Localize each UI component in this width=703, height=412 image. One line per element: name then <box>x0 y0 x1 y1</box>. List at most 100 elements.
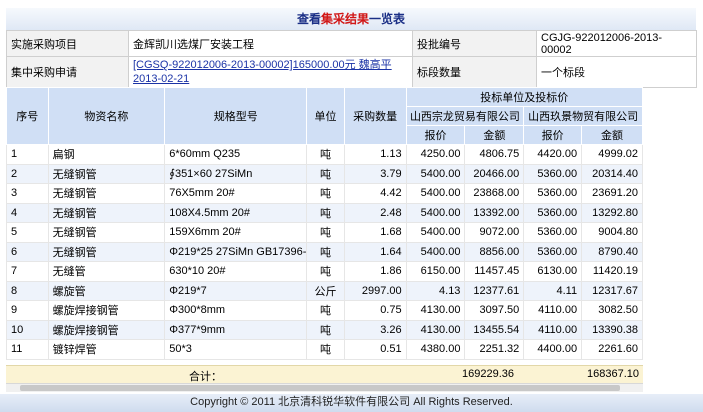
cell-p1: 4380.00 <box>405 339 466 360</box>
cell-qty: 1.13 <box>343 144 407 165</box>
cell-spec: ∮351×60 27SiMn <box>164 163 308 184</box>
cell-no: 8 <box>6 280 49 301</box>
cell-a2: 20314.40 <box>581 163 643 184</box>
cell-a2: 2261.60 <box>581 339 643 360</box>
cell-p2: 4110.00 <box>523 300 583 321</box>
table-row[interactable]: 1 扁钢 6*60mm Q235 吨 1.13 4250.00 4806.75 4420.00… <box>6 144 643 165</box>
cell-a2: 9004.80 <box>581 222 643 243</box>
cell-a2: 3082.50 <box>581 300 643 321</box>
total-amount-vendor2: 168367.10 <box>587 368 639 380</box>
table-row[interactable]: 7 无缝管 630*10 20# 吨 1.86 6150.00 11457.45 6130.0… <box>6 261 643 282</box>
cell-qty: 4.42 <box>343 183 407 204</box>
header-price: 报价 <box>523 125 583 145</box>
cell-p1: 4250.00 <box>405 144 466 165</box>
lot-label: 标段数量 <box>412 56 537 88</box>
copyright-footer: Copyright © 2011 北京清科锐华软件有限公司 All Rights… <box>0 394 703 412</box>
approval-label: 投批编号 <box>412 30 537 57</box>
cell-p1: 4.13 <box>405 280 466 301</box>
header-unit: 单位 <box>306 87 345 145</box>
cell-a2: 4999.02 <box>581 144 643 165</box>
apply-cell: [CGSQ-922012006-2013-00002]165000.00元 魏高… <box>128 56 413 88</box>
cell-no: 4 <box>6 202 49 223</box>
header-name: 物资名称 <box>47 87 166 145</box>
apply-link[interactable]: [CGSQ-922012006-2013-00002]165000.00元 魏高… <box>133 59 392 85</box>
cell-name: 扁钢 <box>47 144 166 165</box>
table-row[interactable]: 6 无缝钢管 Φ219*25 27SiMn GB17396-98 吨 1.64 5400.… <box>6 241 643 262</box>
cell-a1: 11457.45 <box>464 261 525 282</box>
horizontal-scrollbar[interactable] <box>6 383 643 392</box>
table-row[interactable]: 5 无缝钢管 159X6mm 20# 吨 1.68 5400.00 9072.00 5360.… <box>6 222 643 243</box>
cell-no: 7 <box>6 261 49 282</box>
cell-p1: 6150.00 <box>405 261 466 282</box>
cell-unit: 吨 <box>306 202 345 223</box>
cell-p2: 4420.00 <box>523 144 583 165</box>
cell-spec: 159X6mm 20# <box>164 222 308 243</box>
table-row[interactable]: 4 无缝钢管 108X4.5mm 20# 吨 2.48 5400.00 13392.00 53… <box>6 202 643 223</box>
page-title: 查看集采结果一览表 <box>6 8 696 30</box>
cell-a1: 4806.75 <box>464 144 525 165</box>
header-qty: 采购数量 <box>343 87 407 145</box>
cell-qty: 3.79 <box>343 163 407 184</box>
cell-p1: 4130.00 <box>405 300 466 321</box>
cell-spec: 76X5mm 20# <box>164 183 308 204</box>
cell-a1: 23868.00 <box>464 183 525 204</box>
scrollbar-thumb[interactable] <box>20 385 620 391</box>
cell-no: 10 <box>6 319 49 340</box>
cell-unit: 吨 <box>306 222 345 243</box>
cell-a2: 13292.80 <box>581 202 643 223</box>
cell-a2: 8790.40 <box>581 241 643 262</box>
cell-qty: 2.48 <box>343 202 407 223</box>
cell-unit: 吨 <box>306 183 345 204</box>
cell-p2: 4.11 <box>523 280 583 301</box>
header-vendor2: 山西玖景物贸有限公司 <box>523 106 643 126</box>
cell-p2: 5360.00 <box>523 222 583 243</box>
cell-p2: 6130.00 <box>523 261 583 282</box>
cell-p2: 5360.00 <box>523 163 583 184</box>
table-row[interactable]: 9 螺旋焊接钢管 Φ300*8mm 吨 0.75 4130.00 3097.50 4110.0… <box>6 300 643 321</box>
cell-qty: 3.26 <box>343 319 407 340</box>
cell-spec: Φ219*25 27SiMn GB17396-98 <box>164 241 308 262</box>
table-row[interactable]: 3 无缝钢管 76X5mm 20# 吨 4.42 5400.00 23868.00 5360.… <box>6 183 643 204</box>
project-value: 金辉凯川选煤厂安装工程 <box>128 30 413 57</box>
header-spec: 规格型号 <box>164 87 308 145</box>
cell-a1: 20466.00 <box>464 163 525 184</box>
cell-a2: 12317.67 <box>581 280 643 301</box>
cell-name: 无缝钢管 <box>47 163 166 184</box>
header-no: 序号 <box>6 87 49 145</box>
cell-qty: 1.86 <box>343 261 407 282</box>
info-table: 实施采购项目 金辉凯川选煤厂安装工程 投批编号 CGJG-922012006-2… <box>6 30 697 88</box>
cell-spec: 50*3 <box>164 339 308 360</box>
cell-a1: 13392.00 <box>464 202 525 223</box>
cell-qty: 2997.00 <box>343 280 407 301</box>
cell-spec: Φ300*8mm <box>164 300 308 321</box>
table-row[interactable]: 10 螺旋焊接钢管 Φ377*9mm 吨 3.26 4130.00 13455.54 4110… <box>6 319 643 340</box>
title-part1: 查看 <box>296 12 321 26</box>
cell-no: 1 <box>6 144 49 165</box>
cell-name: 螺旋焊接钢管 <box>47 319 166 340</box>
cell-p1: 5400.00 <box>405 183 466 204</box>
cell-name: 无缝钢管 <box>47 222 166 243</box>
result-grid-area[interactable]: 序号 物资名称 规格型号 单位 采购数量 投标单位及投标价 山西宗龙贸易有限公司… <box>6 87 696 383</box>
total-amount-vendor1: 169229.36 <box>462 368 514 380</box>
cell-a1: 8856.00 <box>464 241 525 262</box>
title-part2: 集采结果 <box>320 12 369 26</box>
cell-qty: 1.64 <box>343 241 407 262</box>
cell-name: 螺旋焊接钢管 <box>47 300 166 321</box>
lot-value: 一个标段 <box>536 56 697 88</box>
table-row[interactable]: 8 螺旋管 Φ219*7 公斤 2997.00 4.13 12377.61 4.11 12317… <box>6 280 643 301</box>
table-row[interactable]: 2 无缝钢管 ∮351×60 27SiMn 吨 3.79 5400.00 20466.00 5… <box>6 163 643 184</box>
header-price: 报价 <box>405 125 466 145</box>
cell-p2: 4400.00 <box>523 339 583 360</box>
project-label: 实施采购项目 <box>6 30 129 57</box>
cell-p1: 4130.00 <box>405 319 466 340</box>
result-grid: 序号 物资名称 规格型号 单位 采购数量 投标单位及投标价 山西宗龙贸易有限公司… <box>6 87 644 360</box>
cell-name: 螺旋管 <box>47 280 166 301</box>
cell-spec: Φ219*7 <box>164 280 308 301</box>
cell-unit: 吨 <box>306 339 345 360</box>
cell-p2: 4110.00 <box>523 319 583 340</box>
table-row[interactable]: 11 镀锌焊管 50*3 吨 0.51 4380.00 2251.32 4400.00 2261… <box>6 339 643 360</box>
cell-a1: 3097.50 <box>464 300 525 321</box>
cell-a1: 12377.61 <box>464 280 525 301</box>
cell-spec: 630*10 20# <box>164 261 308 282</box>
cell-p2: 5360.00 <box>523 202 583 223</box>
